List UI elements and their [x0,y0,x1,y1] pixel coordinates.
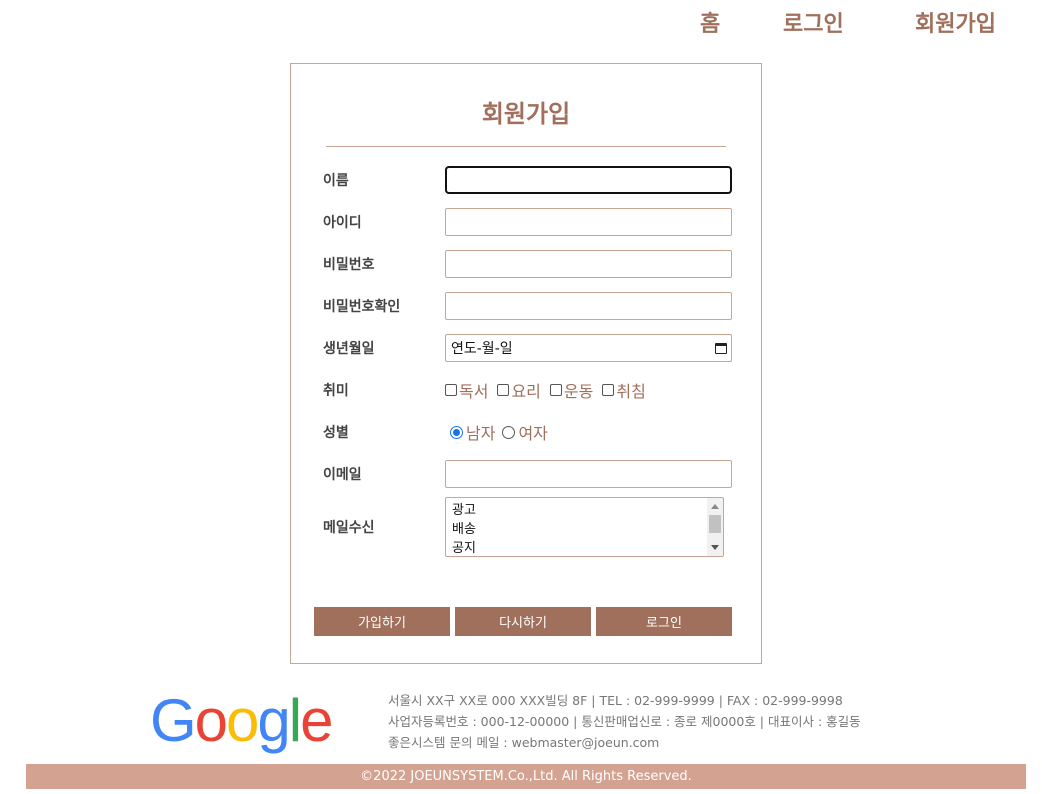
submit-button[interactable]: 가입하기 [314,607,450,636]
name-row: 이름 [323,165,733,195]
hobby-option-label: 취침 [616,382,646,401]
gender-option-label: 여자 [518,424,548,443]
email-input[interactable] [445,460,732,488]
name-label: 이름 [323,173,349,189]
name-input[interactable] [445,166,732,194]
footer-info: 서울시 XX구 XX로 000 XXX빌딩 8F | TEL : 02-999-… [388,690,861,753]
hobby-option-label: 운동 [563,382,594,401]
hobby-checkbox[interactable] [497,384,510,396]
gender-radio-male[interactable] [450,425,463,439]
google-logo: Google [150,687,334,754]
mail-receive-listbox[interactable]: 광고 배송 공지 [445,497,724,557]
hobby-option[interactable]: 운동 [549,378,594,402]
footer-contact: 좋은시스템 문의 메일 : webmaster@joeun.com [388,735,660,750]
hobby-checkbox[interactable] [602,384,615,396]
listbox-option[interactable]: 광고 [452,501,723,520]
form-buttons: 가입하기 다시하기 로그인 [314,607,732,636]
login-button[interactable]: 로그인 [596,607,732,636]
nav-login-link[interactable]: 로그인 [783,6,915,38]
birth-date-input[interactable]: 연도-월-일 [445,334,732,362]
footer-business: 사업자등록번호 : 000-12-00000 | 통신판매업신로 : 종로 제0… [388,714,861,729]
gender-label: 성별 [323,425,349,441]
password-confirm-input[interactable] [445,292,732,320]
password-confirm-label: 비밀번호확인 [323,299,401,315]
hobby-options: 독서 요리 운동 취침 [445,378,655,402]
id-label: 아이디 [323,215,362,231]
scroll-down-arrow-icon[interactable] [711,545,719,550]
password-confirm-row: 비밀번호확인 [323,291,733,321]
birth-date-placeholder: 연도-월-일 [451,341,513,357]
gender-option-label: 남자 [466,424,496,443]
title-divider [326,146,726,147]
email-row: 이메일 [323,459,733,489]
listbox-option[interactable]: 공지 [452,539,723,556]
listbox-option[interactable]: 배송 [452,520,723,539]
email-label: 이메일 [323,467,362,483]
hobby-option[interactable]: 취침 [602,378,646,402]
birth-row: 생년월일 연도-월-일 [323,333,733,363]
password-row: 비밀번호 [323,249,733,279]
birth-label: 생년월일 [323,341,375,357]
hobby-option[interactable]: 독서 [445,378,488,402]
footer-address: 서울시 XX구 XX로 000 XXX빌딩 8F | TEL : 02-999-… [388,693,843,708]
form-title: 회원가입 [481,100,571,128]
gender-options: 남자 여자 [445,420,557,444]
nav-join-link[interactable]: 회원가입 [915,6,996,38]
copyright-bar: ©2022 JOEUNSYSTEM.Co.,Ltd. All Rights Re… [26,764,1026,789]
hobby-option[interactable]: 요리 [497,378,541,402]
gender-option-male[interactable]: 남자 [450,420,495,444]
hobby-option-label: 독서 [459,382,489,401]
scroll-up-arrow-icon[interactable] [711,504,719,509]
hobby-option-label: 요리 [511,382,541,401]
mail-receive-label: 메일수신 [323,520,375,536]
gender-radio-female[interactable] [502,425,516,439]
hobby-label: 취미 [323,383,349,399]
nav-home-link[interactable]: 홈 [700,6,783,38]
gender-row: 성별 남자 여자 [323,417,733,447]
password-label: 비밀번호 [323,257,375,273]
hobby-row: 취미 독서 요리 운동 취침 [323,375,733,405]
scroll-thumb[interactable] [709,515,721,533]
signup-form: 회원가입 이름 아이디 비밀번호 비밀번호확인 생년월일 연도-월-일 취미 독… [290,63,762,664]
calendar-icon[interactable] [715,342,727,354]
reset-button[interactable]: 다시하기 [455,607,591,636]
id-input[interactable] [445,208,732,236]
mail-receive-row: 메일수신 광고 배송 공지 [323,497,733,557]
listbox-scrollbar[interactable] [707,498,723,556]
top-nav: 홈 로그인 회원가입 [700,6,996,38]
hobby-checkbox[interactable] [549,384,562,396]
id-row: 아이디 [323,207,733,237]
password-input[interactable] [445,250,732,278]
hobby-checkbox[interactable] [445,384,457,396]
gender-option-female[interactable]: 여자 [502,420,548,444]
